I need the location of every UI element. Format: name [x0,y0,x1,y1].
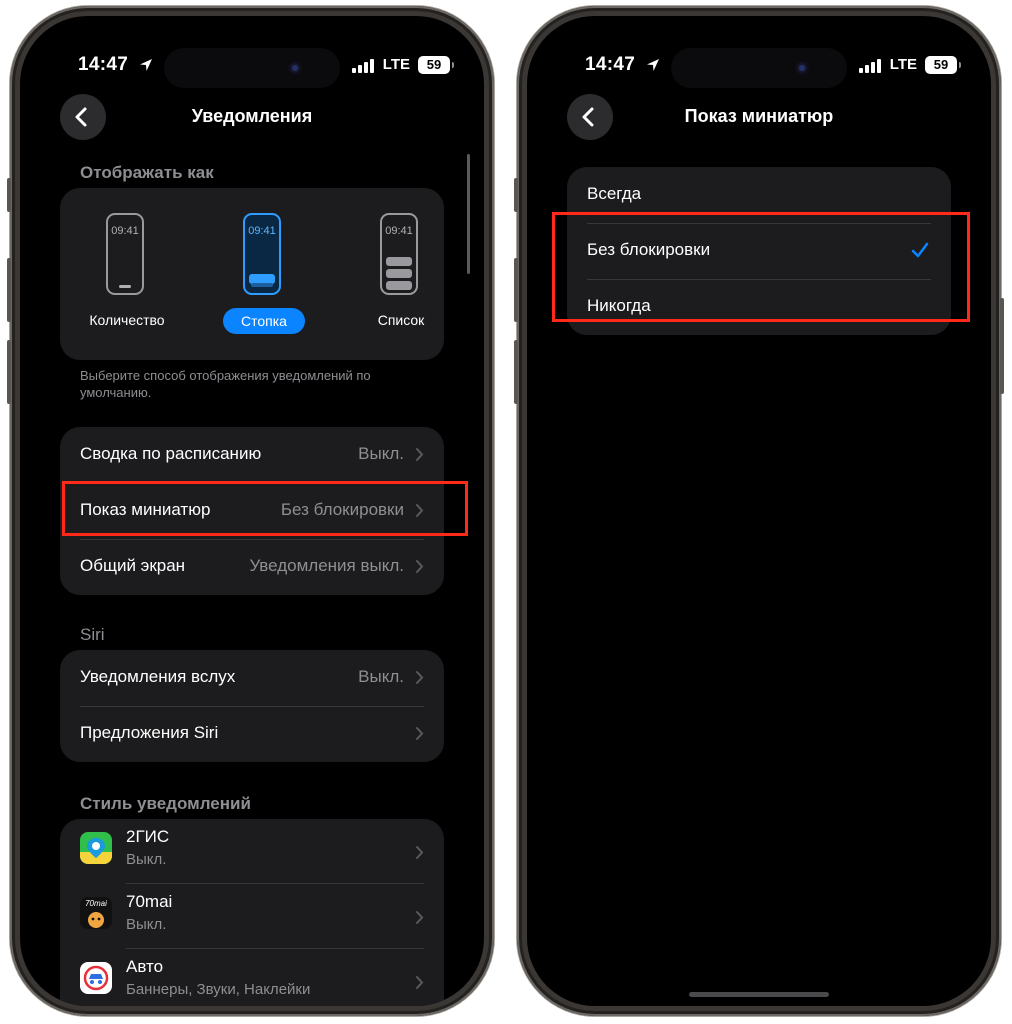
display-mode-label: Стопка [223,308,305,334]
chevron-right-icon [416,560,424,573]
action-button [514,178,518,212]
app-row-2gis[interactable]: 2ГИС Выкл. [60,819,444,883]
section-header-siri: Siri [80,625,105,644]
cellular-signal-icon [352,59,374,73]
row-siri-suggestions[interactable]: Предложения Siri [60,706,444,762]
volume-up-button [7,258,11,322]
section-header-style: Стиль уведомлений [80,794,251,813]
side-button [1000,298,1004,394]
screen-left: 14:47 LTE 59 Уведомления Отображать как [20,16,484,1006]
app-style-group: 2ГИС Выкл. 70mai 70mai Выкл. Авто Баннер… [60,819,444,1006]
action-button [7,178,11,212]
battery-icon: 59 [925,56,961,74]
display-mode-group: 09:41 Количество 09:41 Стопка 09:41 Спис… [60,188,444,360]
app-name: Авто [126,957,164,976]
network-type: LTE [889,56,917,73]
display-mode-list[interactable]: 09:41 Список [341,213,461,333]
app-row-avto[interactable]: Авто Баннеры, Звуки, Наклейки [60,949,444,1006]
status-bar: 14:47 LTE 59 [527,50,991,80]
status-bar: 14:47 LTE 59 [20,50,484,80]
battery-icon: 59 [418,56,454,74]
page-title: Уведомления [191,106,313,126]
phone-frame-left: 14:47 LTE 59 Уведомления Отображать как [7,6,494,1016]
section-header-display: Отображать как [80,163,214,182]
display-footnote: Выберите способ отображения уведомлений … [80,368,371,400]
chevron-right-icon [416,448,424,461]
app-status: Выкл. [126,916,167,933]
display-mode-label: Количество [89,312,165,328]
network-type: LTE [382,56,410,73]
app-row-70mai[interactable]: 70mai 70mai Выкл. [60,884,444,948]
app-name: 2ГИС [126,827,170,846]
stack-preview-icon: 09:41 [243,213,281,295]
2gis-app-icon [80,832,112,864]
chevron-right-icon [416,976,424,989]
scrollbar[interactable] [467,154,470,274]
chevron-right-icon [416,911,424,924]
siri-group: Уведомления вслух Выкл. Предложения Siri [60,650,444,762]
cellular-signal-icon [859,59,881,73]
status-time: 14:47 [78,54,129,75]
chevron-right-icon [416,727,424,740]
phone-frame-right: 14:47 LTE 59 Показ миниатюр Всегда Без б… [514,6,1004,1016]
status-time: 14:47 [585,54,636,75]
volume-down-button [7,340,11,404]
avto-app-icon [80,962,112,994]
highlight-options [552,212,970,322]
screen-right: 14:47 LTE 59 Показ миниатюр Всегда Без б… [527,16,991,1006]
app-status: Выкл. [126,851,167,868]
row-screen-sharing[interactable]: Общий экран Уведомления выкл. [60,539,444,595]
chevron-right-icon [416,671,424,684]
page-title: Показ миниатюр [684,106,834,126]
70mai-app-icon: 70mai [80,897,112,929]
location-arrow-icon [647,59,659,71]
volume-up-button [514,258,518,322]
home-indicator [689,992,829,997]
chevron-right-icon [416,846,424,859]
display-mode-stack[interactable]: 09:41 Стопка [204,213,324,334]
display-mode-label: Список [377,312,425,328]
app-status: Баннеры, Звуки, Наклейки [126,981,311,998]
row-scheduled-summary[interactable]: Сводка по расписанию Выкл. [60,427,444,483]
app-name: 70mai [126,892,173,911]
highlight-show-previews [62,481,468,536]
row-announce-notifications[interactable]: Уведомления вслух Выкл. [60,650,444,706]
volume-down-button [514,340,518,404]
display-mode-count[interactable]: 09:41 Количество [67,213,187,333]
count-preview-icon: 09:41 [106,213,144,295]
list-preview-icon: 09:41 [380,213,418,295]
location-arrow-icon [140,59,152,71]
